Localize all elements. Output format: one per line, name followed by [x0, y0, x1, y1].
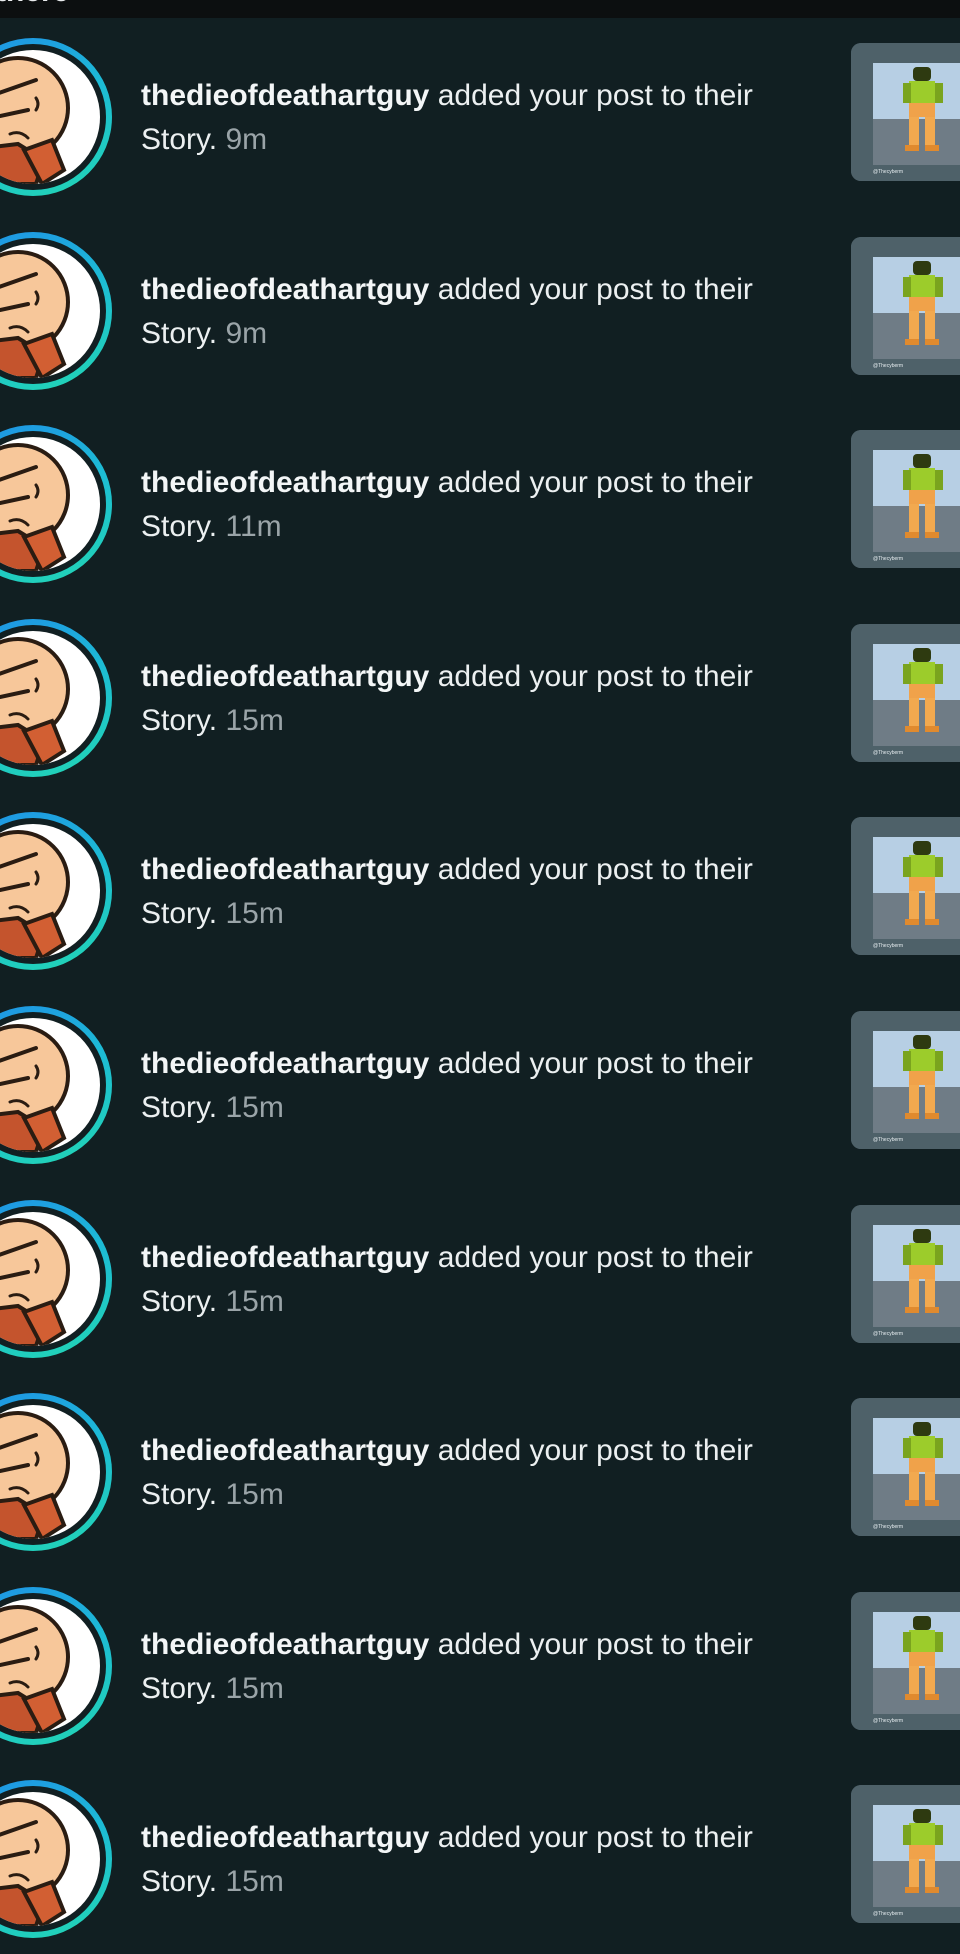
story-ring-avatar[interactable] — [0, 1393, 112, 1552]
thumbnail-watermark: @Thecyberm — [873, 943, 903, 949]
notification-timestamp: 15m — [225, 897, 284, 931]
notification-row[interactable]: thedieofdeathartguy added your post to t… — [0, 212, 960, 406]
notification-row[interactable]: thedieofdeathartguy added your post to t… — [0, 1567, 960, 1761]
notification-timestamp: 15m — [225, 1671, 284, 1705]
thumbnail-watermark: @Thecyberm — [873, 556, 903, 562]
notification-text: thedieofdeathartguy added your post to t… — [141, 655, 781, 743]
thumbnail-watermark: @Thecyberm — [873, 1718, 903, 1724]
story-ring-avatar[interactable] — [0, 38, 112, 196]
notification-row[interactable]: thedieofdeathartguy added your post to t… — [0, 1760, 960, 1954]
story-ring-avatar[interactable] — [0, 1199, 112, 1358]
notification-username[interactable]: thedieofdeathartguy — [141, 1241, 429, 1274]
notification-username[interactable]: thedieofdeathartguy — [141, 1821, 429, 1854]
post-thumbnail[interactable]: @Thecyberm — [851, 1204, 960, 1343]
story-ring-avatar[interactable] — [0, 231, 112, 390]
status-header: there — [0, 0, 960, 18]
cartoon-face-avatar-icon — [0, 437, 100, 572]
cartoon-face-avatar-icon — [0, 1792, 100, 1927]
thumbnail-watermark: @Thecyberm — [873, 750, 903, 756]
notification-username[interactable]: thedieofdeathartguy — [141, 466, 429, 499]
notification-row[interactable]: thedieofdeathartguy added your post to t… — [0, 792, 960, 986]
notification-row[interactable]: thedieofdeathartguy added your post to t… — [0, 1373, 960, 1567]
notification-username[interactable]: thedieofdeathartguy — [141, 273, 429, 306]
notification-text: thedieofdeathartguy added your post to t… — [141, 848, 781, 936]
cartoon-face-avatar-icon — [0, 824, 100, 959]
thumbnail-watermark: @Thecyberm — [873, 1137, 903, 1143]
notification-username[interactable]: thedieofdeathartguy — [141, 79, 429, 112]
cartoon-face-avatar-icon — [0, 1018, 100, 1152]
notification-timestamp: 15m — [225, 703, 284, 737]
notification-text: thedieofdeathartguy added your post to t… — [141, 1816, 781, 1904]
notification-username[interactable]: thedieofdeathartguy — [141, 660, 429, 693]
cartoon-face-avatar-icon — [0, 50, 100, 184]
notification-username[interactable]: thedieofdeathartguy — [141, 1628, 429, 1661]
notification-timestamp: 15m — [225, 1091, 284, 1124]
post-thumbnail[interactable]: @Thecyberm — [851, 430, 960, 569]
notification-text: thedieofdeathartguy added your post to t… — [141, 1623, 781, 1711]
notification-row[interactable]: thedieofdeathartguy added your post to t… — [0, 986, 960, 1180]
story-ring-avatar[interactable] — [0, 618, 112, 777]
post-thumbnail[interactable]: @Thecyberm — [851, 623, 960, 762]
notification-timestamp: 9m — [225, 123, 268, 156]
cartoon-face-avatar-icon — [0, 1405, 100, 1540]
thumbnail-watermark: @Thecyberm — [873, 1331, 903, 1337]
notification-username[interactable]: thedieofdeathartguy — [141, 853, 429, 886]
notification-timestamp: 15m — [225, 1478, 284, 1512]
cartoon-face-avatar-icon — [0, 243, 100, 378]
post-thumbnail[interactable]: @Thecyberm — [851, 1591, 960, 1730]
notification-text: thedieofdeathartguy added your post to t… — [141, 268, 781, 356]
post-thumbnail[interactable]: @Thecyberm — [851, 43, 960, 181]
post-thumbnail[interactable]: @Thecyberm — [851, 1011, 960, 1149]
notification-text: thedieofdeathartguy added your post to t… — [141, 461, 781, 549]
notification-text: thedieofdeathartguy added your post to t… — [141, 74, 781, 162]
story-ring-avatar[interactable] — [0, 1586, 112, 1745]
notification-timestamp: 11m — [225, 510, 282, 544]
post-thumbnail[interactable]: @Thecyberm — [851, 236, 960, 375]
thumbnail-watermark: @Thecyberm — [873, 363, 903, 369]
notification-timestamp: 15m — [225, 1284, 284, 1318]
notification-timestamp: 15m — [225, 1865, 284, 1899]
story-ring-avatar[interactable] — [0, 1006, 112, 1164]
story-ring-avatar[interactable] — [0, 1780, 112, 1939]
story-ring-avatar[interactable] — [0, 425, 112, 584]
cartoon-face-avatar-icon — [0, 630, 100, 765]
notification-username[interactable]: thedieofdeathartguy — [141, 1434, 429, 1467]
notification-username[interactable]: thedieofdeathartguy — [141, 1047, 429, 1080]
notification-row[interactable]: thedieofdeathartguy added your post to t… — [0, 599, 960, 793]
thumbnail-watermark: @Thecyberm — [873, 1911, 903, 1917]
cartoon-face-avatar-icon — [0, 1211, 100, 1346]
notification-row[interactable]: thedieofdeathartguy added your post to t… — [0, 405, 960, 599]
notification-row[interactable]: thedieofdeathartguy added your post to t… — [0, 1180, 960, 1374]
notification-text: thedieofdeathartguy added your post to t… — [141, 1236, 781, 1324]
notification-timestamp: 9m — [225, 316, 268, 350]
post-thumbnail[interactable]: @Thecyberm — [851, 1785, 960, 1924]
notification-text: thedieofdeathartguy added your post to t… — [141, 1042, 781, 1130]
post-thumbnail[interactable]: @Thecyberm — [851, 817, 960, 956]
story-ring-avatar[interactable] — [0, 812, 112, 971]
post-thumbnail[interactable]: @Thecyberm — [851, 1398, 960, 1537]
notification-text: thedieofdeathartguy added your post to t… — [141, 1429, 781, 1517]
cartoon-face-avatar-icon — [0, 1598, 100, 1733]
notification-row[interactable]: thedieofdeathartguy added your post to t… — [0, 18, 960, 212]
thumbnail-watermark: @Thecyberm — [873, 1524, 903, 1530]
header-title-clipped: there — [0, 0, 69, 8]
thumbnail-watermark: @Thecyberm — [873, 169, 903, 175]
